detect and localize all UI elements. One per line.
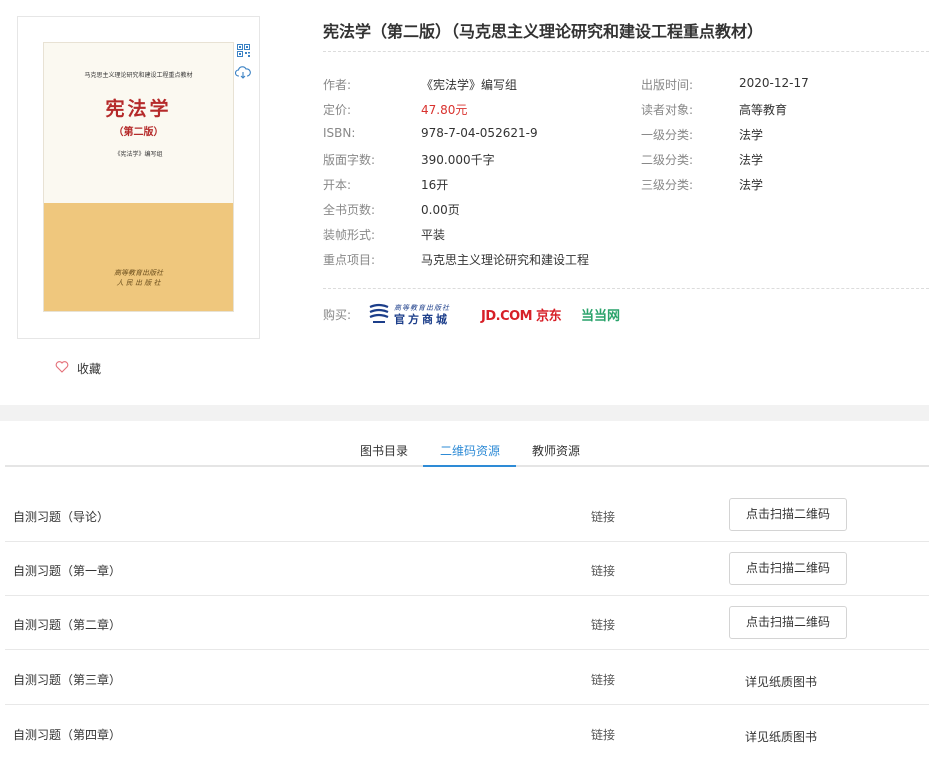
hep-logo-icon — [368, 302, 390, 327]
info-label-binding: 装帧形式: — [323, 228, 376, 242]
info-value-binding: 平装 — [421, 228, 446, 242]
resource-row: 自测习题（第四章） 链接 详见纸质图书 — [5, 705, 929, 759]
see-printed-book-note: 详见纸质图书 — [745, 730, 818, 744]
info-label-format: 开本: — [323, 178, 352, 192]
info-value-audience: 高等教育 — [739, 103, 788, 117]
favorite-label: 收藏 — [77, 362, 102, 376]
info-value-category-3: 法学 — [739, 178, 764, 192]
cover-title-text: 宪法学 — [105, 98, 172, 120]
resource-name: 自测习题（第四章） — [13, 728, 122, 742]
info-label-pages: 全书页数: — [323, 203, 376, 217]
scan-qr-button[interactable]: 点击扫描二维码 — [729, 606, 847, 639]
hep-logo-small-text: 高等教育出版社 — [394, 303, 450, 312]
info-value-project: 马克思主义理论研究和建设工程 — [421, 253, 590, 267]
resource-name: 自测习题（第一章） — [13, 564, 122, 578]
cover-publisher-line2: 人 民 出 版 社 — [116, 279, 161, 287]
resource-type: 链接 — [591, 510, 616, 524]
cover-edition-text: （第二版） — [113, 127, 164, 138]
info-label-publish-date: 出版时间: — [641, 78, 694, 92]
info-value-category-1: 法学 — [739, 128, 764, 142]
resource-type: 链接 — [591, 564, 616, 578]
resource-type: 链接 — [591, 673, 616, 687]
dangdang-store-link[interactable]: 当当网 — [581, 305, 620, 324]
cover-author-text: 《宪法学》编写组 — [114, 151, 163, 158]
resource-name: 自测习题（导论） — [13, 510, 110, 524]
resource-type: 链接 — [591, 618, 616, 632]
info-label-project: 重点项目: — [323, 253, 376, 267]
resource-row: 自测习题（第二章） 链接 点击扫描二维码 — [5, 596, 929, 650]
qr-code-icon[interactable] — [237, 44, 250, 60]
scan-qr-button[interactable]: 点击扫描二维码 — [729, 498, 847, 531]
favorite-button[interactable]: 收藏 — [55, 360, 101, 377]
info-label-isbn: ISBN: — [323, 126, 356, 140]
resource-type: 链接 — [591, 728, 616, 742]
heart-icon — [55, 361, 69, 376]
resource-row: 自测习题（导论） 链接 点击扫描二维码 — [5, 488, 929, 542]
divider — [323, 288, 929, 289]
cover-bottom-panel — [44, 203, 233, 311]
info-value-publish-date: 2020-12-17 — [739, 76, 809, 90]
resource-row: 自测习题（第三章） 链接 详见纸质图书 — [5, 650, 929, 705]
buy-label: 购买: — [323, 308, 352, 322]
cover-series-text: 马克思主义理论研究和建设工程重点教材 — [84, 72, 193, 79]
cover-publisher-text: 高等教育出版社 人 民 出 版 社 — [44, 268, 233, 288]
info-label-price: 定价: — [323, 103, 352, 117]
info-value-price: 47.80元 — [421, 103, 468, 117]
info-value-isbn: 978-7-04-052621-9 — [421, 126, 538, 140]
cover-publisher-line1: 高等教育出版社 — [114, 269, 163, 277]
cloud-download-icon[interactable] — [235, 66, 251, 82]
resource-name: 自测习题（第二章） — [13, 618, 122, 632]
resource-tabs: 图书目录 二维码资源 教师资源 — [5, 433, 929, 467]
info-value-author: 《宪法学》编写组 — [421, 78, 518, 92]
info-label-category-2: 二级分类: — [641, 153, 694, 167]
book-cover-image: 马克思主义理论研究和建设工程重点教材 宪法学 （第二版） 《宪法学》编写组 高等… — [43, 42, 234, 312]
info-label-category-3: 三级分类: — [641, 178, 694, 192]
active-tab-indicator — [423, 465, 516, 467]
info-label-word-count: 版面字数: — [323, 153, 376, 167]
hep-logo-big-text: 官方商城 — [394, 312, 450, 326]
scan-qr-button[interactable]: 点击扫描二维码 — [729, 552, 847, 585]
see-printed-book-note: 详见纸质图书 — [745, 675, 818, 689]
info-label-category-1: 一级分类: — [641, 128, 694, 142]
resource-name: 自测习题（第三章） — [13, 673, 122, 687]
hep-store-link[interactable]: 高等教育出版社 官方商城 — [368, 302, 450, 327]
info-label-audience: 读者对象: — [641, 103, 694, 117]
resource-row: 自测习题（第一章） 链接 点击扫描二维码 — [5, 542, 929, 596]
tab-catalog[interactable]: 图书目录 — [360, 442, 408, 459]
info-value-category-2: 法学 — [739, 153, 764, 167]
tab-teacher-resources[interactable]: 教师资源 — [532, 442, 580, 459]
info-value-pages: 0.00页 — [421, 203, 460, 217]
jd-store-link[interactable]: JD.COM 京东 — [481, 305, 562, 324]
info-value-word-count: 390.000千字 — [421, 153, 495, 167]
info-label-author: 作者: — [323, 78, 352, 92]
info-value-format: 16开 — [421, 178, 449, 192]
section-separator — [0, 405, 929, 421]
page-title: 宪法学（第二版）（马克思主义理论研究和建设工程重点教材） — [323, 22, 764, 41]
divider — [323, 51, 929, 52]
tab-qr-resources[interactable]: 二维码资源 — [440, 442, 500, 459]
